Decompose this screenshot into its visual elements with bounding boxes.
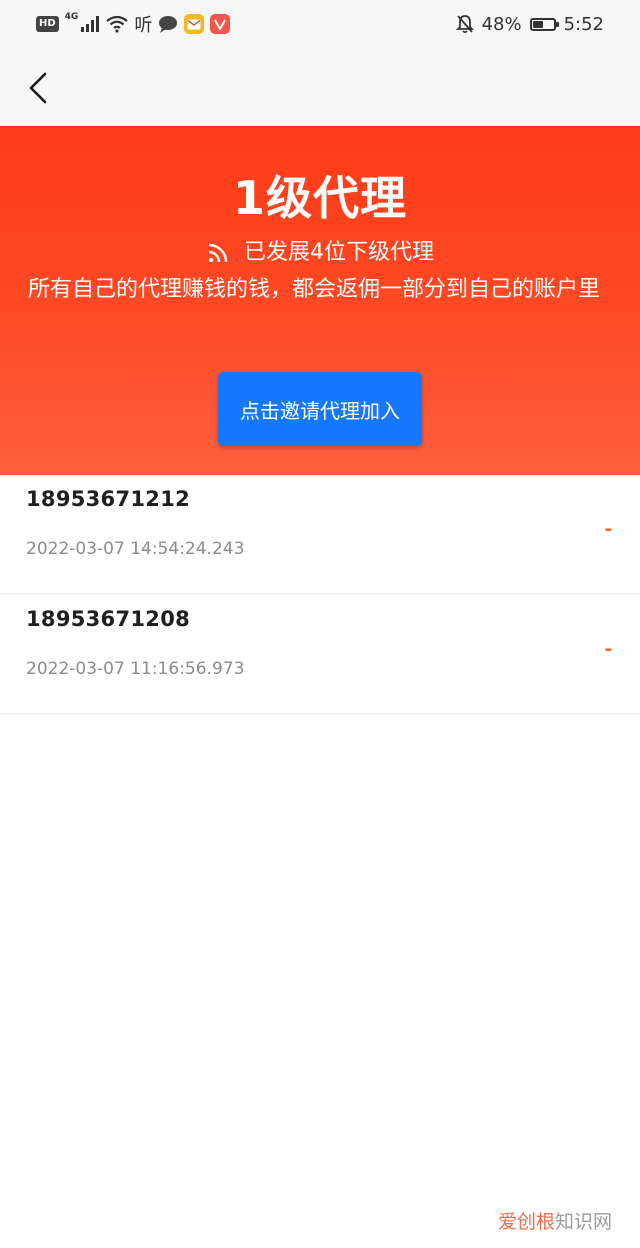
chat-icon xyxy=(159,16,178,33)
agent-list-item[interactable]: 18953671208 2022-03-07 11:16:56.973 - xyxy=(0,595,640,715)
status-bar-right: 48% 5:52 xyxy=(455,12,604,36)
invite-agent-button[interactable]: 点击邀请代理加入 xyxy=(218,372,422,446)
agent-phone: 18953671208 xyxy=(26,607,191,631)
bell-off-icon xyxy=(455,15,474,34)
wifi-icon xyxy=(106,15,129,33)
agent-level-banner: 1级代理 已发展4位下级代理 所有自己的代理赚钱的钱，都会返佣一部分到自己的账户… xyxy=(0,126,640,475)
clock: 5:52 xyxy=(563,13,604,35)
agent-amount: - xyxy=(604,639,612,660)
battery-level xyxy=(532,20,543,28)
nav-bar xyxy=(0,50,640,126)
status-bar: HD 4G 听 48% 5:52 xyxy=(0,0,640,50)
signal-icon xyxy=(81,16,100,32)
agent-list-item[interactable]: 18953671212 2022-03-07 14:54:24.243 - xyxy=(0,475,640,595)
listen-icon: 听 xyxy=(134,15,153,36)
downline-count-text: 已发展4位下级代理 xyxy=(244,240,434,265)
watermark-brand: 爱创根 xyxy=(497,1211,555,1233)
rss-icon xyxy=(208,243,228,263)
agent-join-time: 2022-03-07 14:54:24.243 xyxy=(26,539,245,559)
hd-icon: HD xyxy=(36,16,59,32)
chevron-left-icon xyxy=(29,72,47,104)
video-app-icon xyxy=(210,14,231,34)
agent-amount: - xyxy=(604,519,612,540)
mail-app-icon xyxy=(184,14,205,34)
downline-count: 已发展4位下级代理 xyxy=(0,236,640,270)
agent-list: 18953671212 2022-03-07 14:54:24.243 - 18… xyxy=(0,475,640,715)
commission-description: 所有自己的代理赚钱的钱，都会返佣一部分到自己的账户里 xyxy=(28,277,601,302)
agent-level-title: 1级代理 xyxy=(232,171,407,225)
status-bar-left: HD 4G 听 xyxy=(36,12,231,36)
agent-join-time: 2022-03-07 11:16:56.973 xyxy=(26,659,245,679)
network-type: 4G xyxy=(64,12,79,22)
site-watermark: 爱创根知识网 xyxy=(498,1207,612,1234)
watermark-suffix: 知识网 xyxy=(554,1211,612,1233)
agent-phone: 18953671212 xyxy=(26,487,191,511)
battery-percent: 48% xyxy=(481,13,522,35)
back-button[interactable] xyxy=(18,64,62,112)
battery-icon xyxy=(529,17,559,31)
